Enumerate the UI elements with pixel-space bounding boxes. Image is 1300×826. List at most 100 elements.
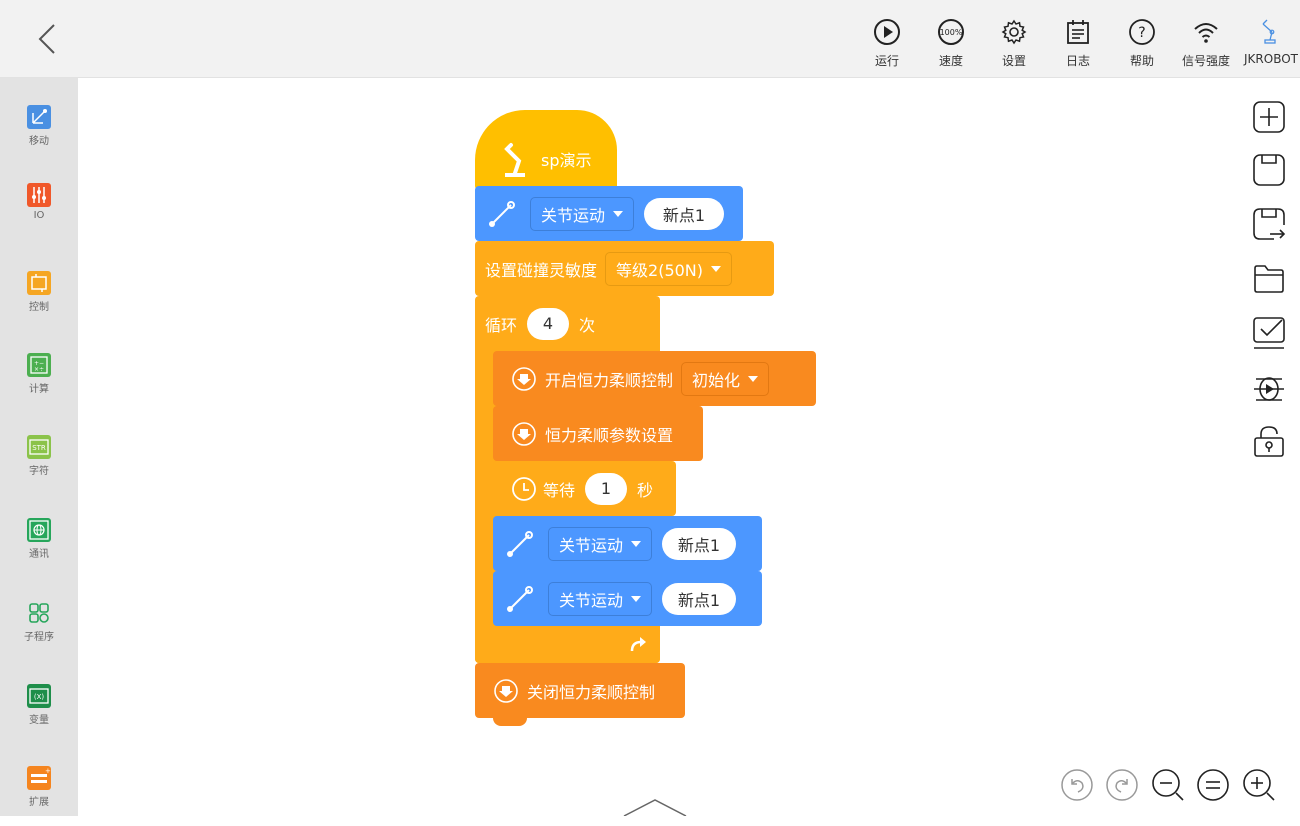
category-label: 子程序 [24,632,54,643]
collision-level-value: 等级2(50N) [616,260,704,280]
log-icon [1067,20,1089,44]
globe-icon [27,518,51,542]
gear-icon [1001,19,1027,45]
force-control-on-block[interactable]: 开启恒力柔顺控制 初始化 [493,351,816,406]
extension-icon: + [27,766,51,790]
control-icon [27,271,51,295]
save-as-button[interactable] [1252,207,1286,241]
force-off-notch [493,716,527,726]
collision-level-dropdown[interactable]: 等级2(50N) [605,251,733,286]
string-icon: STR [27,435,51,459]
force-control-off-block[interactable]: 关闭恒力柔顺控制 [475,663,685,718]
force-params-block[interactable]: 恒力柔顺参数设置 [493,406,703,461]
category-label: IO [33,210,45,221]
zoom-in-button[interactable] [1241,767,1277,803]
redo-button[interactable] [1104,767,1140,803]
robot-button[interactable]: JKROBOT [1242,18,1300,74]
open-folder-button[interactable] [1252,262,1286,296]
block-category-sidebar: 移动 IO 控制 +− ×÷ 计算 STR 字符 通讯 子程序 (X) 变量 +… [0,78,78,816]
speed-gauge-text: 100% [940,28,963,37]
category-label: 移动 [29,136,49,147]
motion-type-value: 关节运动 [541,205,606,225]
loop-count-input[interactable]: 4 [527,307,570,340]
force-on-label: 开启恒力柔顺控制 [545,370,674,390]
help-icon: ? [1129,19,1155,45]
loop-prefix: 循环 [485,315,518,335]
play-circle-icon [874,19,900,45]
wifi-icon [1194,23,1218,43]
variable-icon: (X) [27,684,51,708]
wait-seconds-input[interactable]: 1 [585,472,628,505]
help-button[interactable]: ? 帮助 [1115,18,1169,74]
speed-label: 速度 [938,54,963,68]
zoom-out-button[interactable] [1150,767,1186,803]
motion-type-dropdown[interactable]: 关节运动 [530,196,635,231]
settings-button[interactable]: 设置 [987,18,1041,74]
save-button[interactable] [1252,153,1286,187]
add-button[interactable] [1252,100,1286,134]
category-io[interactable]: IO [0,183,78,243]
debug-button[interactable] [1252,370,1286,404]
category-label: 控制 [29,302,49,313]
category-control[interactable]: 控制 [0,271,78,331]
loop-return-icon [630,637,646,652]
debug-bug-icon [1254,377,1284,401]
run-button[interactable]: 运行 [860,18,914,74]
loop-suffix: 次 [579,315,596,335]
wait-block[interactable]: 等待 1 秒 [493,461,676,516]
speed-button[interactable]: 100% 速度 [924,18,978,74]
point-input[interactable]: 新点1 [644,197,725,230]
collision-label: 设置碰撞灵敏度 [485,260,598,280]
motion-type-value: 关节运动 [559,535,624,555]
motion-type-value: 关节运动 [559,590,624,610]
force-mode-dropdown[interactable]: 初始化 [681,361,770,396]
category-label: 计算 [29,384,49,395]
check-square-icon [1253,317,1285,349]
category-variable[interactable]: (X) 变量 [0,684,78,744]
robot-label: JKROBOT [1244,52,1298,66]
lock-button[interactable] [1252,424,1286,458]
chevron-up-icon [623,799,687,817]
save-as-icon [1253,208,1286,240]
back-button[interactable] [30,22,64,56]
category-extension[interactable]: + 扩展 [0,766,78,826]
force-mode-value: 初始化 [692,370,741,390]
hat-block-label: sp演示 [541,151,592,170]
joint-move-block[interactable]: 关节运动 新点1 [475,186,743,241]
undo-button[interactable] [1059,767,1095,803]
point-input[interactable]: 新点1 [662,527,737,560]
force-icon [494,678,518,703]
signal-button[interactable]: 信号强度 [1179,18,1233,74]
check-button[interactable] [1252,316,1286,350]
string-icon-text: STR [32,444,46,452]
category-move[interactable]: 移动 [0,105,78,165]
robot-arm-icon [504,143,525,177]
category-label: 扩展 [29,797,49,808]
loop-block-header[interactable]: 循环 4 次 [475,296,660,351]
run-label: 运行 [874,54,899,68]
category-subprogram[interactable]: 子程序 [0,601,78,661]
speed-gauge-icon: 100% [938,19,964,45]
top-toolbar: 运行 100% 速度 设置 日志 ? 帮助 信号强度 JKROBOT [0,0,1300,78]
category-label: 变量 [29,715,49,726]
zoom-reset-button[interactable] [1195,767,1231,803]
bottom-panel-toggle[interactable] [620,798,690,817]
joint-move-block[interactable]: 关节运动 新点1 [493,516,762,571]
collision-sensitivity-block[interactable]: 设置碰撞灵敏度 等级2(50N) [475,241,774,296]
category-communication[interactable]: 通讯 [0,518,78,578]
category-string[interactable]: STR 字符 [0,435,78,495]
motion-type-dropdown[interactable]: 关节运动 [548,526,653,561]
category-calculate[interactable]: +− ×÷ 计算 [0,353,78,413]
force-icon [512,366,536,391]
wait-prefix: 等待 [543,480,576,500]
hat-block-content: sp演示 [475,128,617,190]
zoom-in-icon [1243,769,1275,801]
force-params-label: 恒力柔顺参数设置 [545,425,674,445]
point-input[interactable]: 新点1 [662,582,737,615]
category-label: 字符 [29,466,49,477]
log-button[interactable]: 日志 [1051,18,1105,74]
joint-move-block[interactable]: 关节运动 新点1 [493,571,762,626]
motion-type-dropdown[interactable]: 关节运动 [548,581,653,616]
svg-text:?: ? [1138,25,1145,41]
joint-move-icon [489,200,515,227]
